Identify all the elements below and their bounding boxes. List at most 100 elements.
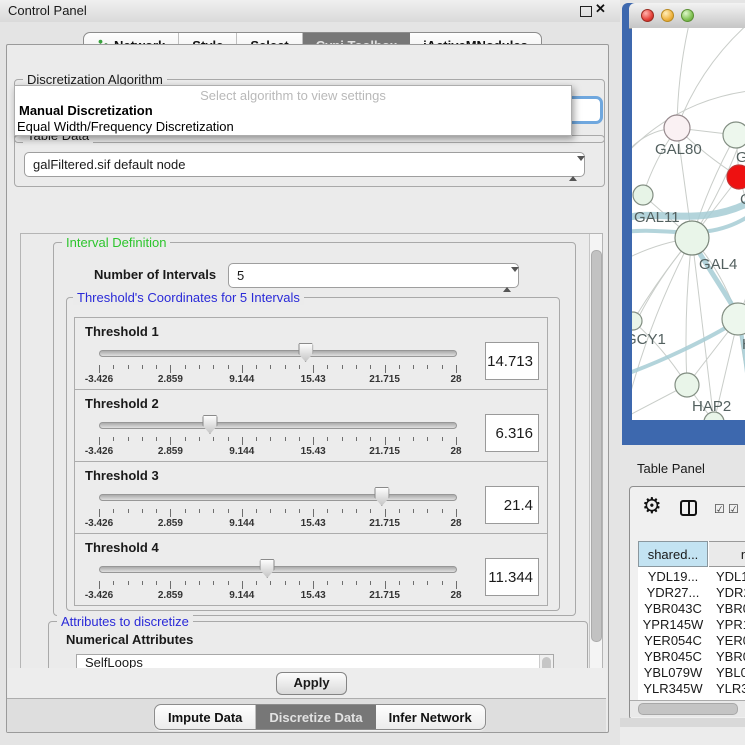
tab-infer-network[interactable]: Infer Network [376,705,485,729]
tick-mark [342,365,343,369]
slider-track[interactable] [99,350,457,357]
gear-icon[interactable]: ⚙︎ [642,493,662,519]
cell-name[interactable]: YBR0 [708,601,745,617]
tab-impute-data[interactable]: Impute Data [155,705,256,729]
network-window-titlebar[interactable] [629,3,745,29]
slider-thumb[interactable] [298,343,313,362]
threshold-value-field[interactable]: 21.4 [485,486,539,524]
tick-mark [170,365,171,373]
cell-name[interactable]: YPR1 [708,617,745,633]
table-row[interactable]: YBL079WYBL0 [638,665,745,681]
network-edge[interactable] [677,28,745,128]
network-canvas[interactable]: GAL80G.CGAL11GAL4GCY1HHAP2 [632,28,745,420]
cell-shared-name[interactable]: YER054C [638,633,708,649]
slider-track[interactable] [99,566,457,573]
attributes-group-title: Attributes to discretize [57,614,193,629]
tick-mark [199,581,200,585]
network-node-hap2[interactable] [675,373,699,397]
threshold-slider[interactable]: -3.4262.8599.14415.4321.71528 [99,558,457,604]
cell-name[interactable]: YER0 [708,633,745,649]
table-row[interactable]: YDL19...YDL1 [638,569,745,585]
tick-mark [442,509,443,513]
tab-discretize-data[interactable]: Discretize Data [256,705,375,729]
slider-track[interactable] [99,422,457,429]
minimize-traffic-light[interactable] [661,9,674,22]
tick-mark [99,509,100,517]
table-row[interactable]: YLR345WYLR3 [638,681,745,697]
algorithm-item-equal-width-frequency[interactable]: Equal Width/Frequency Discretization [17,119,234,134]
settings-vertical-scrollbar[interactable] [589,234,602,711]
tab-infer-network-label: Infer Network [389,710,472,725]
column-header-shared-name[interactable]: shared... [638,541,708,567]
algorithm-item-manual-discretization[interactable]: Manual Discretization [19,103,153,118]
cyni-toolbox-pane: Discretization Algorithm Select algorith… [6,44,609,733]
float-window-icon[interactable] [580,6,592,17]
cell-shared-name[interactable]: YBL079W [638,665,708,681]
number-of-intervals-combobox[interactable]: 5 [228,263,519,288]
tick-mark [113,437,114,441]
network-node-g.[interactable] [723,122,745,148]
tick-label: 2.859 [158,590,183,601]
network-node-c[interactable] [727,165,745,189]
table-data-combobox[interactable]: galFiltered.sif default node [24,152,585,177]
checkbox-icon[interactable]: ☑ [728,502,739,516]
cell-shared-name[interactable]: YDL19... [638,569,708,585]
tick-mark [156,437,157,441]
tick-mark [256,365,257,369]
threshold-label: Threshold 1 [85,324,159,339]
threshold-label: Threshold 3 [85,468,159,483]
slider-thumb[interactable] [260,559,275,578]
cell-name[interactable]: YBR0 [708,649,745,665]
status-strip [620,727,745,745]
threshold-slider[interactable]: -3.4262.8599.14415.4321.71528 [99,486,457,532]
tick-mark [313,581,314,589]
cell-shared-name[interactable]: YLR345W [638,681,708,697]
cell-shared-name[interactable]: YBR043C [638,601,708,617]
cell-shared-name[interactable]: YPR145W [638,617,708,633]
tick-mark [142,365,143,369]
slider-ticks [99,581,456,590]
threshold-value-field[interactable]: 11.344 [485,558,539,596]
zoom-traffic-light[interactable] [681,9,694,22]
node-attribute-table: shared... n YDL19...YDL1YDR27...YDR2YBR0… [638,541,745,701]
tick-label: 28 [450,446,461,457]
threshold-slider[interactable]: -3.4262.8599.14415.4321.71528 [99,342,457,388]
slider-thumb[interactable] [202,415,217,434]
cell-shared-name[interactable]: YDR27... [638,585,708,601]
table-horizontal-scrollbar[interactable] [630,700,745,717]
tick-label: 9.144 [229,446,254,457]
scrollbar-thumb[interactable] [638,703,738,715]
cell-name[interactable]: YDR2 [708,585,745,601]
cell-shared-name[interactable]: YBR045C [638,649,708,665]
table-row[interactable]: YER054CYER0 [638,633,745,649]
threshold-value-field[interactable]: 6.316 [485,414,539,452]
threshold-slider[interactable]: -3.4262.8599.14415.4321.71528 [99,414,457,460]
apply-button[interactable]: Apply [276,672,347,695]
cell-name[interactable]: YLR3 [708,681,745,697]
table-row[interactable]: YPR145WYPR1 [638,617,745,633]
network-node-gal80[interactable] [664,115,690,141]
control-panel-titlebar: Control Panel ✕ [0,0,620,22]
slider-thumb[interactable] [374,487,389,506]
table-row[interactable]: YBR043CYBR0 [638,601,745,617]
slider-track[interactable] [99,494,457,501]
table-row[interactable]: YBR045CYBR0 [638,649,745,665]
cell-name[interactable]: YDL1 [708,569,745,585]
network-edge[interactable] [686,238,692,385]
column-header-name[interactable]: n [709,541,745,567]
table-row[interactable]: YDR27...YDR2 [638,585,745,601]
network-node-gal11[interactable] [633,185,653,205]
tick-mark [242,437,243,445]
tick-mark [342,437,343,441]
checkbox-icon[interactable]: ☑ [714,502,725,516]
tick-mark [399,581,400,585]
network-node-gal4[interactable] [675,221,709,255]
tick-label: 15.43 [301,446,326,457]
close-traffic-light[interactable] [641,9,654,22]
threshold-value-field[interactable]: 14.713 [485,342,539,380]
cell-name[interactable]: YBL0 [708,665,745,681]
split-view-icon[interactable] [680,500,697,516]
tick-mark [385,581,386,589]
scrollbar-thumb[interactable] [591,250,602,642]
close-icon[interactable]: ✕ [595,1,606,17]
